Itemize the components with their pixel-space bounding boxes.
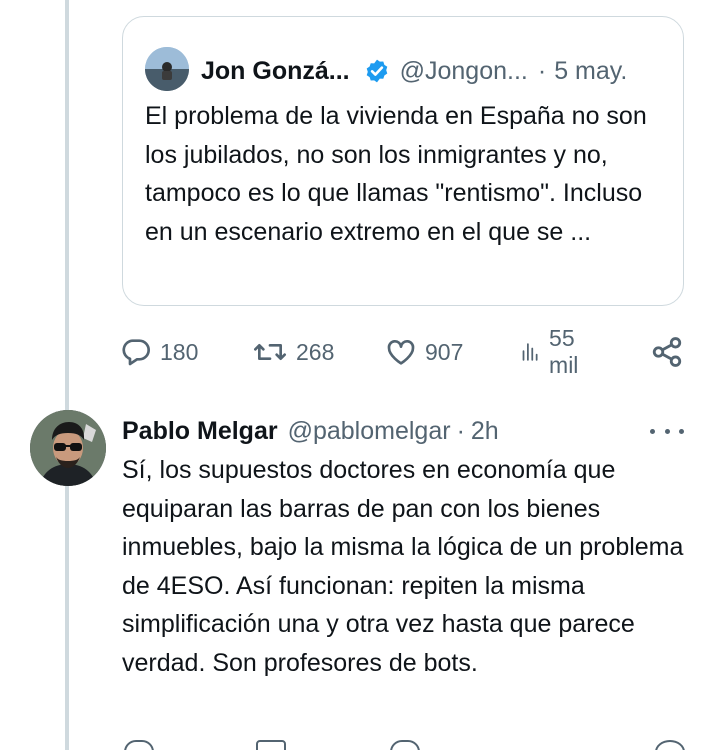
quoted-author-name[interactable]: Jon Gonzá... bbox=[201, 57, 350, 86]
thread-line bbox=[65, 0, 69, 410]
repost-icon bbox=[253, 344, 286, 360]
like-icon bbox=[387, 340, 415, 365]
header-separator: · bbox=[537, 56, 547, 85]
reply-tweet-text: Sí, los supuestos doctores en economía q… bbox=[122, 456, 684, 677]
header-separator: · bbox=[456, 416, 465, 445]
views-icon bbox=[522, 343, 538, 361]
quoted-tweet-card[interactable]: Jon Gonzá... @Jongon... · 5 may. El prob… bbox=[122, 16, 684, 306]
share-button[interactable] bbox=[650, 332, 684, 372]
like-button[interactable]: 907 bbox=[385, 332, 463, 372]
quoted-tweet-text: El problema de la vivienda en España no … bbox=[145, 102, 647, 246]
quoted-tweet-header: Jon Gonzá... @Jongon... · 5 may. bbox=[201, 55, 627, 87]
share-icon bbox=[652, 337, 682, 367]
reply-author-handle[interactable]: @pablomelgar bbox=[288, 417, 451, 446]
repost-count: 268 bbox=[296, 338, 335, 365]
more-options-button[interactable] bbox=[650, 418, 684, 444]
share-icon[interactable] bbox=[655, 740, 685, 750]
quoted-author-handle[interactable]: @Jongon... bbox=[400, 57, 528, 86]
reply-tweet-header: Pablo Melgar @pablomelgar · 2h bbox=[122, 414, 499, 448]
reply-button[interactable]: 180 bbox=[120, 332, 198, 372]
reply-count: 180 bbox=[160, 338, 199, 365]
more-icon bbox=[650, 428, 655, 434]
repost-button[interactable]: 268 bbox=[252, 332, 334, 372]
reply-icon[interactable] bbox=[124, 740, 154, 750]
reply-tweet-time[interactable]: 2h bbox=[471, 417, 499, 446]
quoted-author-avatar[interactable] bbox=[145, 47, 189, 91]
repost-icon[interactable] bbox=[256, 740, 286, 750]
verified-badge-icon bbox=[366, 59, 387, 83]
like-count: 907 bbox=[425, 338, 464, 365]
reply-author-avatar[interactable] bbox=[30, 410, 106, 486]
reply-thread-line bbox=[65, 486, 69, 750]
views-count: 55 mil bbox=[549, 325, 579, 378]
quoted-tweet-date[interactable]: 5 may. bbox=[554, 57, 627, 86]
reply-icon bbox=[122, 339, 150, 366]
reply-action-bar-partial bbox=[120, 740, 700, 750]
reply-author-name[interactable]: Pablo Melgar bbox=[122, 417, 278, 446]
views-button[interactable]: 55 mil bbox=[520, 325, 589, 378]
like-icon[interactable] bbox=[390, 740, 420, 750]
